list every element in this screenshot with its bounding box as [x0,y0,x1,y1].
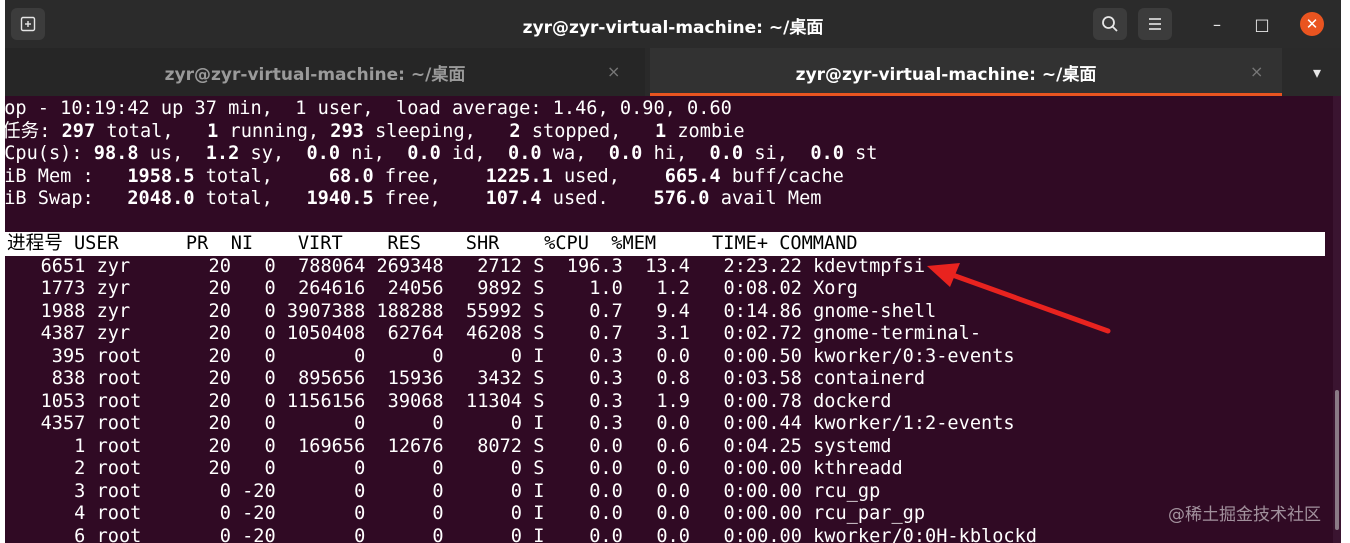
watermark: @稀土掘金技术社区 [1168,505,1321,525]
annotation-arrow [927,263,1111,334]
terminal-window: zyr@zyr-virtual-machine: ~/桌面 – □ ✕ zyr@… [5,0,1341,543]
